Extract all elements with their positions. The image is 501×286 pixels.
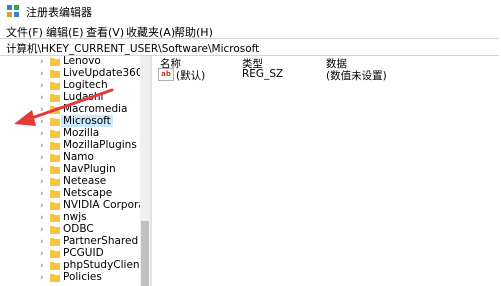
folder-icon bbox=[50, 238, 60, 246]
chevron-right-icon[interactable]: › bbox=[40, 225, 44, 235]
value-row[interactable]: ab (默认) REG_SZ (数值未设置) bbox=[152, 68, 501, 82]
folder-icon bbox=[50, 58, 60, 66]
folder-icon bbox=[50, 226, 60, 234]
folder-icon bbox=[50, 214, 60, 222]
chevron-right-icon[interactable]: › bbox=[40, 213, 44, 223]
chevron-right-icon[interactable]: › bbox=[40, 177, 44, 187]
folder-icon bbox=[50, 70, 60, 78]
chevron-right-icon[interactable]: › bbox=[40, 273, 44, 283]
value-type: REG_SZ bbox=[242, 68, 284, 80]
folder-icon bbox=[50, 262, 60, 270]
chevron-right-icon[interactable]: › bbox=[40, 57, 44, 67]
folder-icon bbox=[50, 202, 60, 210]
chevron-right-icon[interactable]: › bbox=[40, 165, 44, 175]
tree-item-label: Microsoft bbox=[61, 115, 113, 127]
value-name: (默认) bbox=[176, 70, 206, 82]
folder-icon bbox=[50, 106, 60, 114]
window-title: 注册表编辑器 bbox=[26, 6, 92, 19]
chevron-right-icon[interactable]: › bbox=[40, 189, 44, 199]
tree-item-label: NavPlugin bbox=[63, 163, 116, 175]
tree-item-label: MozillaPlugins bbox=[63, 139, 137, 151]
chevron-right-icon[interactable]: › bbox=[40, 249, 44, 259]
chevron-right-icon[interactable]: › bbox=[40, 105, 44, 115]
folder-icon bbox=[50, 250, 60, 258]
chevron-right-icon[interactable]: › bbox=[40, 141, 44, 151]
tree-item-label: Mozilla bbox=[63, 127, 100, 139]
folder-icon bbox=[50, 154, 60, 162]
tree-item-label: Ludashi bbox=[63, 91, 104, 103]
chevron-right-icon[interactable]: › bbox=[40, 201, 44, 211]
scrollbar-thumb[interactable] bbox=[141, 221, 149, 286]
folder-icon bbox=[50, 178, 60, 186]
title-bar: 注册表编辑器 bbox=[0, 0, 501, 22]
folder-icon bbox=[50, 82, 60, 90]
tree-item-label: nwjs bbox=[63, 211, 87, 223]
values-list[interactable]: 名称 类型 数据 ab (默认) REG_SZ (数值未设置) bbox=[152, 56, 501, 286]
tree-item-label: Policies bbox=[63, 271, 102, 283]
address-bar[interactable]: 计算机\HKEY_CURRENT_USER\Software\Microsoft bbox=[0, 38, 499, 56]
tree-item-label: Netease bbox=[63, 175, 107, 187]
chevron-right-icon[interactable]: › bbox=[40, 261, 44, 271]
chevron-right-icon[interactable]: › bbox=[40, 117, 44, 127]
tree-scrollbar[interactable] bbox=[140, 56, 150, 286]
value-data: (数值未设置) bbox=[326, 70, 387, 82]
tree-item-policies[interactable]: › Policies bbox=[0, 271, 142, 284]
tree-item-label: Macromedia bbox=[63, 103, 128, 115]
tree-item-label: phpStudyClientPlat bbox=[63, 259, 150, 271]
registry-tree[interactable]: › Lenovo › LiveUpdate360 › Logitech › Lu… bbox=[0, 56, 150, 286]
tree-item-label: Lenovo bbox=[63, 56, 101, 67]
folder-icon bbox=[50, 166, 60, 174]
folder-icon bbox=[50, 130, 60, 138]
string-value-icon: ab bbox=[158, 68, 174, 81]
chevron-right-icon[interactable]: › bbox=[40, 129, 44, 139]
tree-item-label: NVIDIA Corporation bbox=[63, 199, 150, 211]
registry-editor-icon bbox=[7, 5, 19, 17]
tree-item-label: Logitech bbox=[63, 79, 108, 91]
chevron-right-icon[interactable]: › bbox=[40, 93, 44, 103]
tree-item-label: Namo bbox=[63, 151, 94, 163]
tree-item-label: ODBC bbox=[63, 223, 94, 235]
folder-icon bbox=[50, 118, 60, 126]
tree-item-label: PCGUID bbox=[63, 247, 104, 259]
folder-icon bbox=[50, 142, 60, 150]
chevron-right-icon[interactable]: › bbox=[40, 237, 44, 247]
folder-icon bbox=[50, 94, 60, 102]
chevron-right-icon[interactable]: › bbox=[40, 81, 44, 91]
chevron-right-icon[interactable]: › bbox=[40, 153, 44, 163]
tree-item-label: PartnerShared bbox=[63, 235, 139, 247]
tree-item-label: LiveUpdate360 bbox=[63, 67, 143, 79]
folder-icon bbox=[50, 190, 60, 198]
tree-item-label: Netscape bbox=[63, 187, 113, 199]
folder-icon bbox=[50, 274, 60, 282]
address-path[interactable]: 计算机\HKEY_CURRENT_USER\Software\Microsoft bbox=[6, 41, 259, 56]
chevron-right-icon[interactable]: › bbox=[40, 69, 44, 79]
